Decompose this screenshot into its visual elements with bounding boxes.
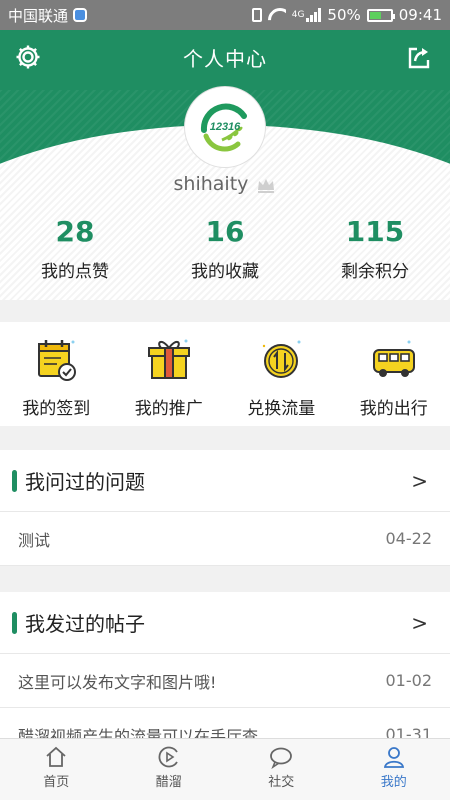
gear-icon[interactable]	[14, 43, 42, 71]
exchange-coin-icon	[263, 340, 301, 378]
list-item-text: 这里可以发布文字和图片哦!	[18, 672, 217, 692]
network-type: 4G	[291, 10, 305, 20]
battery-percent: 50%	[327, 6, 361, 24]
nav-home[interactable]: 首页	[0, 739, 113, 800]
stat-value: 16	[205, 215, 245, 248]
quick-item-label: 我的签到	[22, 399, 91, 419]
home-icon	[46, 746, 66, 767]
logo-text: 12316	[210, 121, 241, 133]
share-icon[interactable]	[406, 45, 432, 71]
battery-icon	[366, 8, 395, 22]
section-title: 我发过的帖子	[25, 612, 145, 636]
questions-section: 我问过的问题 > 测试 04-22	[0, 450, 450, 566]
username: shihaity	[0, 173, 450, 195]
play-circle-icon	[158, 746, 178, 768]
stat-label: 我的点赞	[41, 262, 109, 282]
signal-icon	[306, 8, 322, 22]
wifi-icon	[268, 8, 286, 22]
quick-item-label: 兑换流量	[247, 399, 316, 419]
bus-icon	[372, 340, 415, 377]
quick-item-checkin[interactable]: 我的签到	[0, 322, 113, 426]
nav-culiu[interactable]: 醋溜	[113, 739, 226, 800]
message-notification-icon	[73, 8, 88, 22]
nav-mine[interactable]: 我的	[338, 739, 450, 800]
page-title: 个人中心	[183, 46, 267, 71]
nav-label: 首页	[43, 775, 70, 790]
clock: 09:41	[398, 6, 442, 24]
chevron-right-icon[interactable]: >	[411, 469, 428, 493]
username-text: shihaity	[173, 173, 249, 195]
quick-item-travel[interactable]: 我的出行	[338, 322, 450, 426]
status-right: 4G 50% 09:41	[251, 6, 442, 24]
crown-icon	[258, 178, 275, 193]
bottom-nav: 首页 醋溜 社交 我的	[0, 738, 450, 800]
quick-item-label: 我的出行	[359, 399, 428, 419]
top-bar: 个人中心	[0, 30, 450, 84]
quick-menu: 我的签到 我的推广 兑换流量 我的出行	[0, 322, 450, 426]
list-item[interactable]: 测试 04-22	[0, 512, 450, 566]
gift-box-icon	[147, 339, 190, 379]
list-item-date: 04-22	[385, 529, 433, 548]
avatar[interactable]: 12316	[185, 87, 265, 167]
list-item[interactable]: 这里可以发布文字和图片哦! 01-02	[0, 654, 450, 708]
stat-label: 剩余积分	[341, 262, 409, 282]
carrier: 中国联通	[8, 5, 88, 26]
app-logo-icon: 12316	[195, 97, 255, 157]
quick-item-label: 我的推广	[134, 399, 203, 419]
quick-item-exchange-data[interactable]: 兑换流量	[225, 322, 338, 426]
list-item-date: 01-02	[385, 671, 433, 690]
status-bar: 中国联通 4G 50% 09:41	[0, 0, 450, 30]
stat-likes[interactable]: 28 我的点赞	[0, 213, 150, 282]
posts-section: 我发过的帖子 > 这里可以发布文字和图片哦! 01-02 醋溜视频产生的流量可以…	[0, 592, 450, 762]
vibrate-icon	[251, 8, 262, 22]
carrier-label: 中国联通	[8, 6, 69, 25]
calendar-check-icon	[38, 340, 77, 381]
stat-favorites[interactable]: 16 我的收藏	[150, 213, 300, 282]
stat-value: 115	[345, 215, 405, 248]
stat-label: 我的收藏	[191, 262, 259, 282]
nav-label: 我的	[380, 775, 407, 790]
posts-header[interactable]: 我发过的帖子 >	[0, 592, 450, 654]
chevron-right-icon[interactable]: >	[411, 611, 428, 635]
stats-row: 28 我的点赞 16 我的收藏 115 剩余积分	[0, 213, 450, 282]
page: 中国联通 4G 50% 09:41 个人中心 12316 shihaity 28…	[0, 0, 450, 800]
chat-bubble-icon	[270, 747, 293, 769]
quick-item-promotion[interactable]: 我的推广	[113, 322, 226, 426]
nav-social[interactable]: 社交	[225, 739, 338, 800]
stat-value: 28	[55, 215, 95, 248]
nav-label: 醋溜	[155, 775, 182, 790]
person-icon	[383, 747, 404, 768]
profile-header: 个人中心 12316 shihaity 28 我的点赞 16 我的收藏 115 …	[0, 30, 450, 300]
section-accent-bar	[12, 611, 17, 634]
section-title: 我问过的问题	[25, 470, 145, 494]
questions-header[interactable]: 我问过的问题 >	[0, 450, 450, 512]
list-item-text: 测试	[18, 530, 51, 550]
nav-label: 社交	[268, 775, 295, 790]
stat-points[interactable]: 115 剩余积分	[300, 213, 450, 282]
section-accent-bar	[12, 469, 17, 492]
